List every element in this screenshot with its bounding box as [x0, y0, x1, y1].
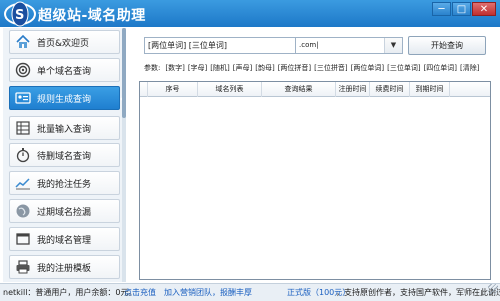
recharge-link[interactable]: 点击充值 [124, 284, 156, 301]
param-final[interactable]: [韵母] [255, 63, 274, 73]
sidebar-item-expired[interactable]: 过期域名捡漏 [9, 199, 120, 223]
column-header-renew-time[interactable]: 续费时间 [370, 82, 410, 97]
start-query-button[interactable]: 开始查询 [408, 36, 486, 55]
param-digit[interactable]: [数字] [165, 63, 184, 73]
column-header-domain[interactable]: 域名列表 [198, 82, 262, 97]
sidebar-item-rule-query[interactable]: 规则生成查询 [9, 86, 127, 110]
params-label: 参数: [144, 64, 161, 72]
main-panel: [两位单词] [三位单词] .com| ▼ 开始查询 参数: [数字] [字母]… [128, 28, 497, 282]
sidebar-item-label: 过期域名捡漏 [37, 207, 92, 218]
sidebar-item-batch-query[interactable]: 批量输入查询 [9, 116, 120, 140]
printer-icon [16, 260, 30, 274]
minimize-icon[interactable]: ─ [432, 2, 451, 16]
param-word-2[interactable]: [两位单词] [351, 63, 384, 73]
sidebar-item-my-domains[interactable]: 我的域名管理 [9, 227, 120, 251]
support-notice: ，支持原创作者，支持国产软件，军师在此谢过。 [336, 288, 500, 297]
column-header-filler [450, 82, 490, 97]
sidebar-scrollbar-thumb[interactable] [122, 28, 126, 118]
join-team-link[interactable]: 加入营销团队，报酬丰厚 [164, 284, 252, 301]
param-word-3[interactable]: [三位单词] [387, 63, 420, 73]
svg-text:S: S [15, 8, 24, 23]
sidebar-item-single-query[interactable]: 单个域名查询 [9, 58, 120, 82]
stopwatch-icon [16, 148, 30, 163]
column-header-blank[interactable] [140, 82, 148, 97]
param-clear[interactable]: [清除] [460, 63, 479, 73]
sidebar: 首页&欢迎页 单个域名查询 规则生成查询 批量输入查询 待删域名查询 我的抢注任… [3, 28, 127, 282]
sidebar-item-home[interactable]: 首页&欢迎页 [9, 30, 120, 54]
globe-icon [16, 204, 30, 218]
sidebar-item-label: 首页&欢迎页 [37, 38, 90, 49]
home-icon [16, 34, 30, 48]
maximize-icon[interactable]: □ [452, 2, 471, 16]
user-status: netkill：普通用户，用户余额：0元。 [3, 288, 137, 297]
sidebar-item-label: 批量输入查询 [37, 124, 92, 135]
title-bar[interactable]: S 超级站-域名助理 ─ □ ✕ [0, 0, 500, 27]
app-logo-icon: S [4, 1, 36, 27]
sidebar-item-label: 我的注册模板 [37, 263, 92, 274]
sidebar-item-pending-delete[interactable]: 待删域名查询 [9, 143, 120, 167]
close-icon[interactable]: ✕ [472, 2, 496, 16]
sidebar-item-label: 我的域名管理 [37, 235, 92, 246]
param-word-4[interactable]: [四位单词] [424, 63, 457, 73]
param-pinyin-3[interactable]: [三位拼音] [314, 63, 347, 73]
app-title: 超级站-域名助理 [38, 8, 146, 24]
chevron-down-icon[interactable]: ▼ [384, 38, 402, 53]
window-icon [16, 233, 30, 245]
resize-grip-icon[interactable] [488, 284, 498, 294]
param-toolbar: 参数: [数字] [字母] [随机] [声母] [韵母] [两位拼音] [三位拼… [144, 63, 483, 73]
id-card-icon [15, 92, 31, 104]
param-pinyin-2[interactable]: [两位拼音] [278, 63, 311, 73]
sidebar-item-label: 单个域名查询 [37, 66, 92, 77]
target-icon [15, 62, 31, 78]
grid-list-icon [16, 121, 30, 135]
result-table[interactable]: 序号 域名列表 查询结果 注册时间 续费时间 到期时间 [139, 81, 491, 280]
column-header-result[interactable]: 查询结果 [262, 82, 336, 97]
sidebar-item-templates[interactable]: 我的注册模板 [9, 255, 120, 279]
sidebar-item-label: 规则生成查询 [37, 94, 92, 105]
param-letter[interactable]: [字母] [188, 63, 207, 73]
sidebar-item-label: 待删域名查询 [37, 151, 92, 162]
sidebar-item-tasks[interactable]: 我的抢注任务 [9, 171, 120, 195]
param-initial[interactable]: [声母] [233, 63, 252, 73]
chart-icon [15, 178, 30, 190]
table-header: 序号 域名列表 查询结果 注册时间 续费时间 到期时间 [140, 82, 490, 97]
column-header-expire-time[interactable]: 到期时间 [410, 82, 450, 97]
param-random[interactable]: [随机] [210, 63, 229, 73]
column-header-reg-time[interactable]: 注册时间 [336, 82, 370, 97]
status-bar: netkill：普通用户，用户余额：0元。 点击充值 加入营销团队，报酬丰厚 正… [0, 283, 500, 301]
column-header-index[interactable]: 序号 [148, 82, 198, 97]
word-rule-input[interactable]: [两位单词] [三位单词] [144, 37, 300, 54]
sidebar-item-label: 我的抢注任务 [37, 179, 92, 190]
